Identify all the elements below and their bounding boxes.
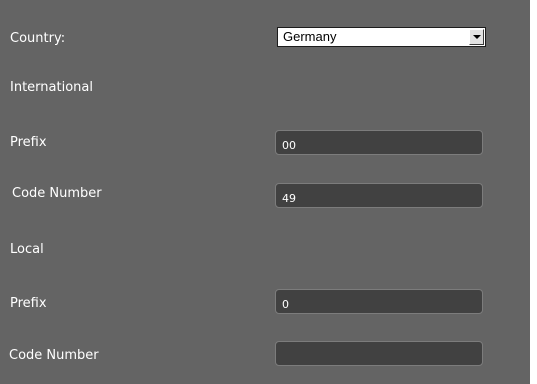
intl-code-number-label: Code Number: [12, 186, 102, 201]
country-select[interactable]: Germany: [277, 27, 486, 47]
local-code-number-label: Code Number: [9, 348, 99, 363]
local-prefix-input[interactable]: 0: [275, 289, 483, 314]
settings-panel: Country: Germany International Prefix 00…: [0, 0, 530, 384]
local-prefix-label: Prefix: [10, 296, 47, 311]
international-heading: International: [10, 80, 93, 95]
local-code-number-input[interactable]: [275, 341, 483, 366]
local-heading: Local: [10, 242, 44, 257]
intl-prefix-label: Prefix: [10, 135, 47, 150]
intl-code-number-input[interactable]: 49: [275, 183, 483, 208]
chevron-down-icon[interactable]: [469, 29, 484, 45]
country-selected-value: Germany: [283, 29, 337, 44]
country-label: Country:: [10, 31, 66, 46]
intl-prefix-input[interactable]: 00: [275, 130, 483, 155]
